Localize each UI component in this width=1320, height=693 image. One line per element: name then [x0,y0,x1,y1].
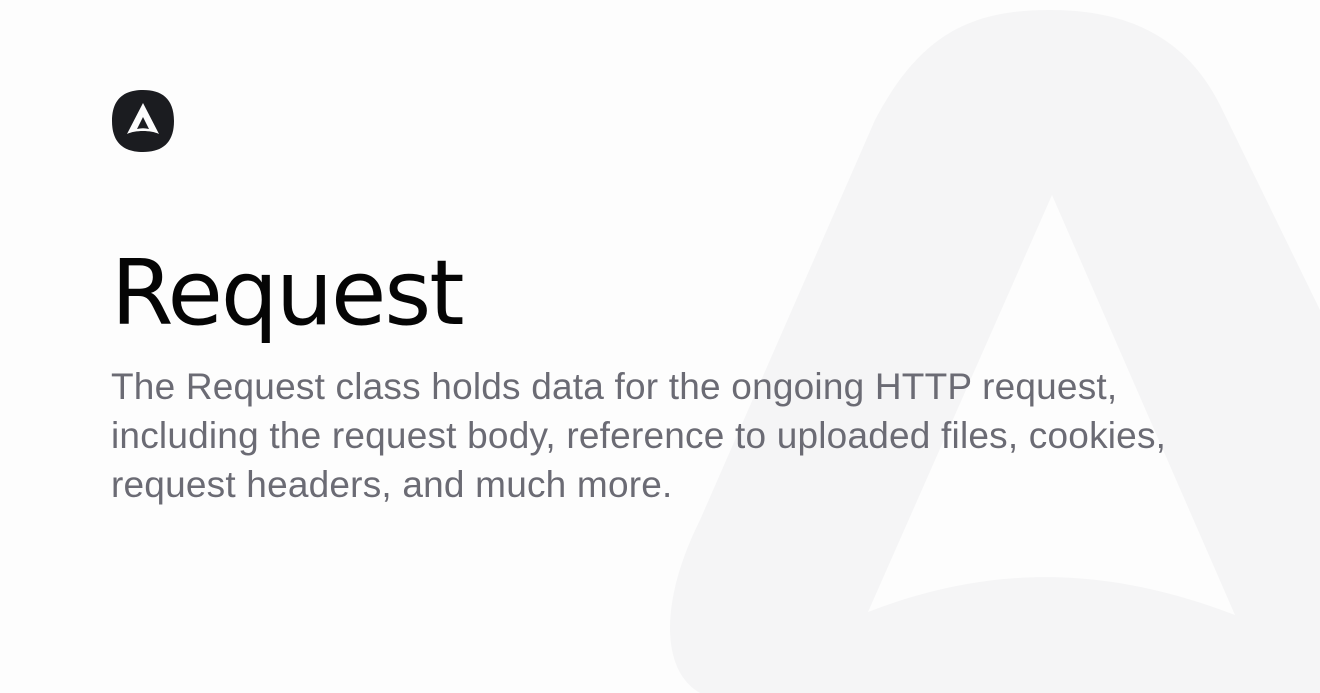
page-description: The Request class holds data for the ong… [111,366,1167,505]
main-content: Request The Request class holds data for… [111,238,1211,509]
adonisjs-logo-icon [110,88,176,154]
page-title: Request [111,241,465,346]
